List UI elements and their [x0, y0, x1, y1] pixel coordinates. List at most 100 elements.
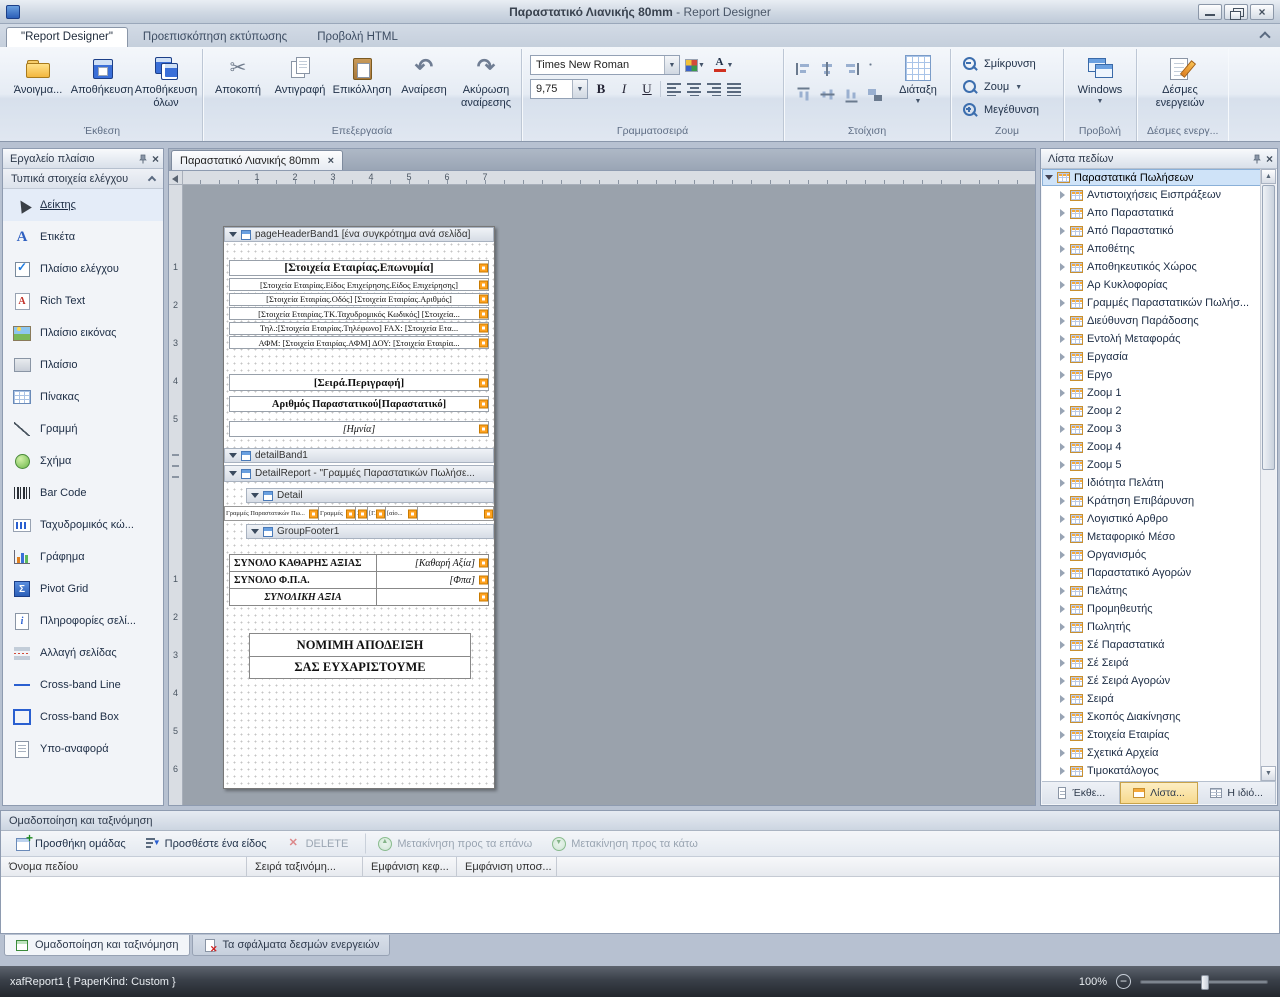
expand-icon[interactable] — [1060, 587, 1066, 595]
document-tab[interactable]: Παραστατικό Λιανικής 80mm × — [171, 150, 343, 170]
tree-item[interactable]: Σκοπός Διακίνησης — [1042, 708, 1276, 726]
tree-item[interactable]: Ζοομ 3 — [1042, 420, 1276, 438]
band-detail[interactable]: detailBand1 — [224, 448, 494, 463]
toolbar-button[interactable]: Προσθέστε ένα είδος — [137, 833, 276, 854]
totals-value[interactable]: [Καθαρή Αξία] — [376, 554, 489, 572]
toolbox-item[interactable]: Πίνακας — [3, 381, 163, 413]
underline-button[interactable]: U — [637, 79, 657, 99]
dock-tab[interactable]: Τα σφάλματα δεσμών ενεργειών — [192, 935, 391, 956]
report-control-cell[interactable]: Γραμμές — [318, 506, 356, 521]
expand-icon[interactable] — [1060, 191, 1066, 199]
ribbon-button[interactable]: Επικόλληση — [331, 51, 393, 121]
report-control-cell[interactable]: [Γ... — [367, 506, 386, 521]
column-header[interactable]: Εμφάνιση κεφ... — [363, 857, 457, 876]
legal-note-line[interactable]: ΣΑΣ ΕΥΧΑΡΙΣΤΟΥΜΕ — [250, 656, 470, 678]
font-color-button[interactable]: ▼ — [710, 55, 736, 75]
expand-icon[interactable] — [1060, 425, 1066, 433]
expand-icon[interactable] — [1060, 731, 1066, 739]
layout-button[interactable]: Διάταξη ▼ — [890, 51, 946, 121]
ribbon-button[interactable]: Αντιγραφή — [269, 51, 331, 121]
band-detail-report[interactable]: DetailReport - "Γραμμές Παραστατικών Πωλ… — [224, 465, 494, 482]
ribbon-button[interactable]: Ακύρωση αναίρεσης — [455, 51, 517, 121]
tree-item[interactable]: Οργανισμός — [1042, 546, 1276, 564]
ribbon-button[interactable]: Άνοιγμα... — [6, 51, 70, 121]
smart-tag-icon[interactable] — [484, 509, 493, 518]
expand-icon[interactable] — [1060, 263, 1066, 271]
tree-item[interactable]: Εργο — [1042, 366, 1276, 384]
tree-item[interactable]: Σειρά — [1042, 690, 1276, 708]
report-control-number[interactable]: Αριθμός Παραστατικού[Παραστατικό] — [229, 396, 489, 412]
expand-icon[interactable] — [1060, 569, 1066, 577]
toolbox-item[interactable]: Πλαίσιο εικόνας — [3, 317, 163, 349]
report-control[interactable]: [Στοιχεία Εταιρίας.Είδος Επιχείρησης.Είδ… — [229, 278, 489, 291]
tree-item[interactable]: Εντολή Μεταφοράς — [1042, 330, 1276, 348]
expand-icon[interactable] — [1060, 641, 1066, 649]
tree-item[interactable]: Αρ Κυκλοφορίας — [1042, 276, 1276, 294]
zoom-button[interactable]: Μεγέθυνση ▼ — [953, 99, 1061, 122]
smart-tag-icon[interactable] — [479, 425, 488, 434]
report-control-series[interactable]: [Σειρά.Περιγραφή] — [229, 374, 489, 391]
expand-icon[interactable] — [1060, 335, 1066, 343]
tree-item[interactable]: Διεύθυνση Παράδοσης — [1042, 312, 1276, 330]
align-tool-button[interactable] — [864, 57, 886, 81]
text-align-button[interactable] — [724, 79, 744, 99]
italic-button[interactable]: I — [614, 79, 634, 99]
tree-item[interactable]: Από Παραστατικό — [1042, 222, 1276, 240]
toolbox-item[interactable]: Αλλαγή σελίδας — [3, 637, 163, 669]
smart-tag-icon[interactable] — [479, 324, 488, 333]
toolbox-item[interactable]: Δείκτης — [3, 189, 163, 221]
toolbox-item[interactable]: Σχήμα — [3, 445, 163, 477]
toolbox-item[interactable]: Ετικέτα — [3, 221, 163, 253]
expand-icon[interactable] — [1060, 515, 1066, 523]
column-header[interactable]: Όνομα πεδίου — [1, 857, 247, 876]
toolbox-item[interactable]: Cross-band Line — [3, 669, 163, 701]
tree-item[interactable]: Ιδιότητα Πελάτη — [1042, 474, 1276, 492]
band-detail-inner[interactable]: Detail — [246, 488, 494, 503]
tree-item[interactable]: Σέ Παραστατικά — [1042, 636, 1276, 654]
text-align-button[interactable] — [704, 79, 724, 99]
ribbon-tab[interactable]: Προεπισκόπηση εκτύπωσης — [128, 27, 302, 47]
tree-item[interactable]: Σέ Σειρά Αγορών — [1042, 672, 1276, 690]
field-list-scrollbar[interactable]: ▲ ▼ — [1260, 169, 1276, 781]
toolbox-item[interactable]: Γράφημα — [3, 541, 163, 573]
align-tool-button[interactable] — [840, 57, 862, 81]
tree-item[interactable]: Αντιστοιχήσεις Εισπράξεων — [1042, 186, 1276, 204]
expand-icon[interactable] — [1060, 461, 1066, 469]
smart-tag-icon[interactable] — [479, 280, 488, 289]
column-header[interactable]: Σειρά ταξινόμη... — [247, 857, 363, 876]
font-name-combo[interactable]: Times New Roman ▼ — [530, 55, 680, 75]
report-control-cell[interactable]: [αίο... — [385, 506, 418, 521]
smart-tag-icon[interactable] — [358, 509, 367, 518]
scripts-button[interactable]: Δέσμες ενεργειών — [1141, 51, 1219, 121]
ribbon-tab[interactable]: "Report Designer" — [6, 27, 128, 47]
toolbox-item[interactable]: Πλαίσιο ελέγχου — [3, 253, 163, 285]
tree-item[interactable]: Εργασία — [1042, 348, 1276, 366]
align-tool-button[interactable] — [792, 83, 814, 107]
expand-icon[interactable] — [1060, 353, 1066, 361]
dock-tab[interactable]: Η ιδιό... — [1198, 782, 1276, 804]
expand-icon[interactable] — [1060, 371, 1066, 379]
grouping-body[interactable] — [2, 878, 1278, 932]
expand-icon[interactable] — [1060, 605, 1066, 613]
expand-icon[interactable] — [1060, 443, 1066, 451]
totals-value[interactable] — [376, 588, 489, 606]
expand-icon[interactable] — [1060, 713, 1066, 721]
tree-item[interactable]: Αποθηκευτικός Χώρος — [1042, 258, 1276, 276]
smart-tag-icon[interactable] — [309, 509, 318, 518]
tree-item[interactable]: Απο Παραστατικά — [1042, 204, 1276, 222]
expand-icon[interactable] — [1060, 749, 1066, 757]
fill-color-button[interactable]: ▼ — [683, 55, 707, 75]
windows-button[interactable]: Windows ▼ — [1068, 51, 1132, 121]
ribbon-button[interactable]: Αποθήκευση — [70, 51, 134, 121]
report-control[interactable]: [Στοιχεία Εταιρίας.ΤΚ.Ταχυδρομικός Κωδικ… — [229, 307, 489, 320]
tree-item[interactable]: Προμηθευτής — [1042, 600, 1276, 618]
expand-icon[interactable] — [1045, 175, 1053, 180]
expand-icon[interactable] — [1060, 767, 1066, 775]
zoom-button[interactable]: Ζουμ ▼ — [953, 76, 1061, 99]
totals-value[interactable]: [Φπα] — [376, 571, 489, 589]
smart-tag-icon[interactable] — [479, 309, 488, 318]
smart-tag-icon[interactable] — [479, 576, 488, 585]
expand-icon[interactable] — [1060, 533, 1066, 541]
totals-label[interactable]: ΣΥΝΟΛΟ Φ.Π.Α. — [229, 571, 377, 589]
dock-tab[interactable]: Ομαδοποίηση και ταξινόμηση — [4, 935, 190, 956]
